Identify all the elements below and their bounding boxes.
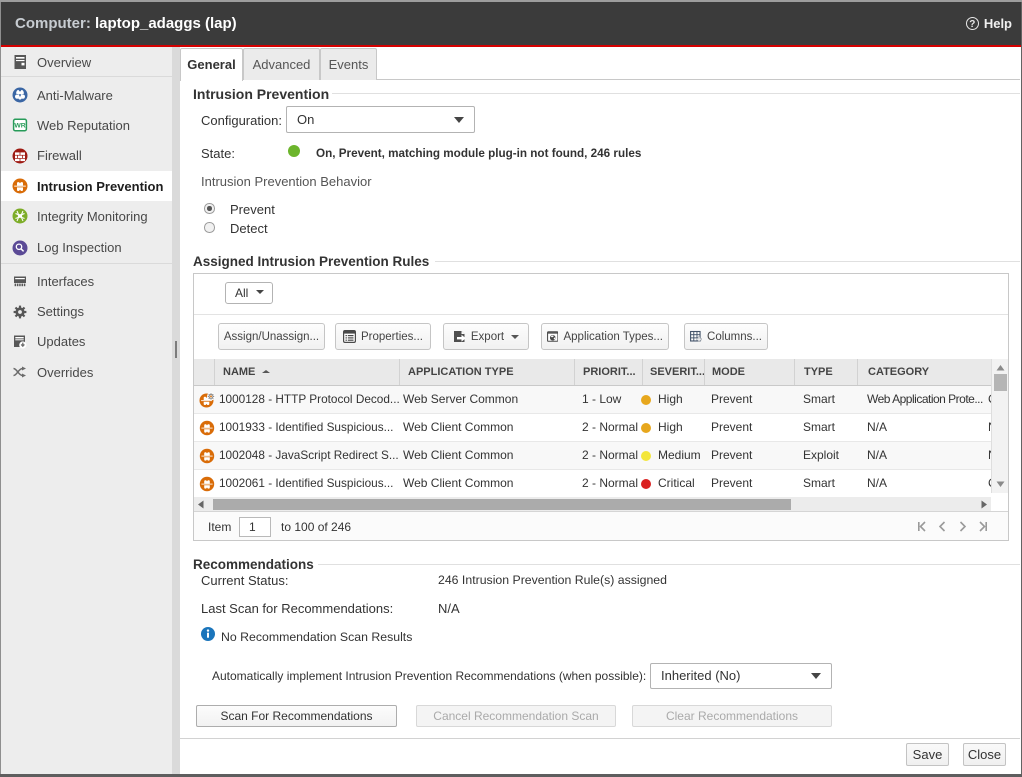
- svg-text:WR: WR: [14, 123, 25, 130]
